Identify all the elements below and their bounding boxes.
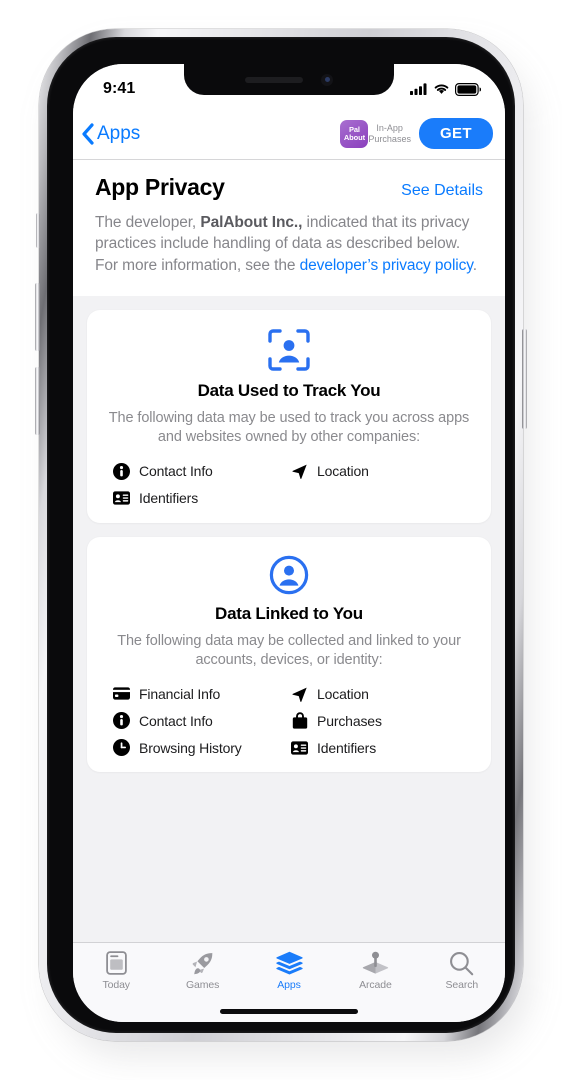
device-bezel: 9:41 Apps Pal About In-App Purchases GET…	[47, 37, 515, 1033]
card-description: The following data may be used to track …	[108, 410, 470, 446]
data-type-item: Browsing History	[113, 739, 287, 757]
data-type-item: Location	[291, 685, 465, 702]
data-type-item: Identifiers	[113, 490, 287, 507]
tab-search[interactable]: Search	[419, 950, 505, 991]
see-details-link[interactable]: See Details	[401, 182, 483, 200]
card-icon-wrapper	[101, 328, 477, 372]
chevron-left-icon	[82, 122, 94, 145]
data-type-label: Location	[317, 463, 369, 480]
data-type-label: Contact Info	[139, 463, 213, 480]
data-type-grid: Financial Info Location Contact Info Pur…	[101, 685, 477, 757]
data-type-item: Location	[291, 463, 465, 480]
tab-arcade[interactable]: Arcade	[332, 950, 418, 991]
intro-text-part-1: The developer,	[95, 214, 201, 231]
contact-card-icon	[291, 739, 308, 756]
location-arrow-icon	[291, 685, 308, 702]
tab-label: Apps	[277, 979, 301, 991]
person-circle-icon	[269, 555, 309, 594]
back-to-apps-button[interactable]: Apps	[81, 123, 140, 145]
data-type-label: Financial Info	[139, 685, 221, 702]
data-type-item: Contact Info	[113, 462, 287, 480]
tab-today[interactable]: Today	[73, 950, 159, 991]
silent-switch-button[interactable]	[36, 213, 40, 248]
volume-up-button[interactable]	[35, 283, 40, 351]
page-title: App Privacy	[95, 174, 225, 200]
privacy-intro-paragraph: The developer, PalAbout Inc., indicated …	[95, 212, 483, 276]
scroll-content[interactable]: App Privacy See Details The developer, P…	[73, 160, 505, 950]
shopping-bag-icon	[291, 712, 308, 729]
app-privacy-header: App Privacy See Details The developer, P…	[73, 160, 505, 297]
credit-card-icon	[113, 685, 130, 702]
card-title: Data Linked to You	[215, 603, 363, 623]
developer-privacy-policy-link[interactable]: developer’s privacy policy	[300, 257, 473, 274]
tab-label: Today	[102, 979, 130, 991]
data-type-label: Identifiers	[139, 490, 199, 507]
data-used-to-track-you-card: Data Used to Track You The following dat…	[87, 310, 491, 523]
in-app-purchases-label: In-App Purchases	[368, 122, 411, 144]
data-type-label: Purchases	[317, 712, 382, 729]
info-circle-icon	[113, 462, 130, 480]
back-button-label: Apps	[97, 122, 141, 144]
volume-down-button[interactable]	[35, 367, 40, 435]
data-type-item: Identifiers	[291, 739, 465, 756]
data-type-label: Identifiers	[317, 739, 377, 756]
app-icon-line-2: About	[343, 132, 365, 142]
clock-icon	[113, 739, 130, 757]
tab-label: Search	[445, 979, 479, 991]
tab-games[interactable]: Games	[159, 950, 245, 991]
wifi-icon	[434, 84, 449, 94]
battery-icon	[455, 82, 481, 96]
front-camera-icon	[321, 73, 333, 86]
cellular-signal-icon	[410, 83, 427, 95]
status-bar-icons	[410, 82, 481, 96]
title-row: App Privacy See Details	[95, 174, 483, 201]
developer-name: PalAbout Inc.,	[200, 214, 303, 231]
card-description: The following data may be collected and …	[117, 632, 461, 668]
info-circle-icon	[113, 712, 130, 730]
navigation-bar: Apps Pal About In-App Purchases GET	[73, 108, 505, 160]
device-screen: 9:41 Apps Pal About In-App Purchases GET…	[73, 64, 505, 1022]
app-icon[interactable]: Pal About	[340, 119, 369, 148]
nav-bar-right-group: In-App Purchases GET	[368, 118, 493, 149]
today-card-icon	[105, 950, 127, 976]
tab-apps[interactable]: Apps	[246, 950, 332, 991]
card-title: Data Used to Track You	[197, 381, 381, 401]
data-type-item: Purchases	[291, 712, 465, 729]
rocket-icon	[190, 950, 215, 976]
get-button[interactable]: GET	[418, 118, 493, 149]
data-type-label: Contact Info	[139, 712, 213, 729]
display-notch	[184, 64, 394, 95]
home-indicator[interactable]	[220, 1009, 358, 1014]
data-type-label: Location	[317, 685, 369, 702]
data-type-item: Contact Info	[113, 712, 287, 730]
person-in-viewfinder-icon	[268, 329, 310, 371]
status-bar-clock: 9:41	[103, 80, 136, 97]
scene: 9:41 Apps Pal About In-App Purchases GET…	[0, 0, 562, 1080]
tab-label: Arcade	[359, 979, 392, 991]
arcade-joystick-icon	[362, 950, 389, 976]
location-arrow-icon	[291, 463, 308, 480]
data-type-item: Financial Info	[113, 685, 287, 702]
layers-icon	[275, 950, 303, 976]
tab-label: Games	[185, 979, 220, 991]
data-type-label: Browsing History	[139, 739, 242, 756]
intro-text-part-3: .	[472, 256, 477, 274]
power-button[interactable]	[522, 329, 527, 429]
card-icon-wrapper	[101, 555, 477, 595]
data-type-grid: Contact Info Location Identifiers	[101, 462, 477, 507]
data-linked-to-you-card: Data Linked to You The following data ma…	[87, 536, 491, 773]
contact-card-icon	[113, 490, 130, 507]
iphone-device-frame: 9:41 Apps Pal About In-App Purchases GET…	[35, 29, 527, 1041]
magnifier-icon	[449, 950, 474, 976]
earpiece-speaker-icon	[245, 76, 303, 83]
